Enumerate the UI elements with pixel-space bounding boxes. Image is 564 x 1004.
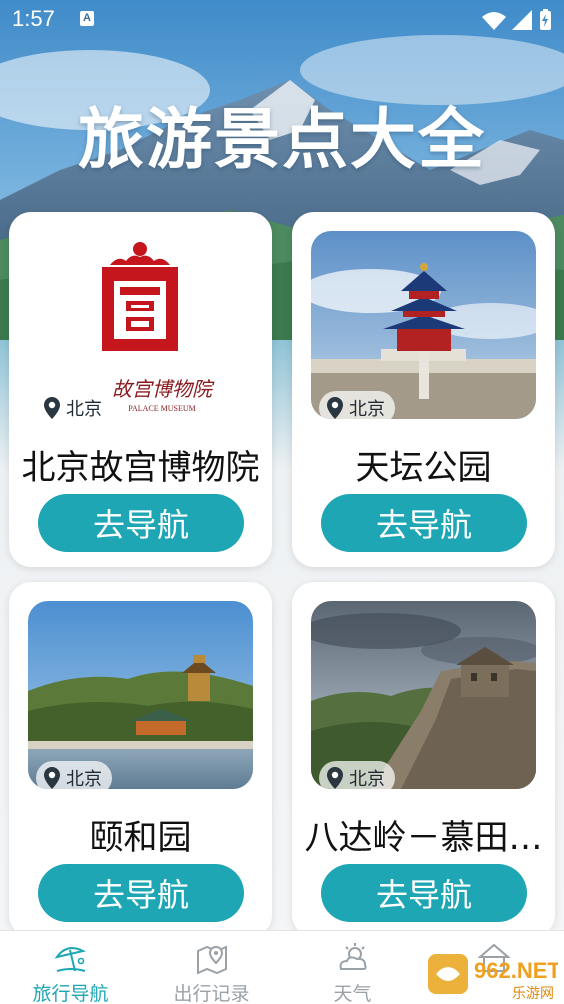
attraction-title: 北京故宫博物院: [21, 448, 260, 488]
wifi-icon: [482, 12, 506, 30]
location-pin-icon: [44, 397, 60, 419]
location-pin-icon: [327, 397, 343, 419]
tab-travel-records[interactable]: 出行记录: [141, 931, 282, 1004]
site-watermark: 962.NET 乐游网: [428, 954, 558, 1002]
attraction-title: 天坛公园: [355, 448, 492, 488]
map-pin-icon: [196, 945, 227, 975]
attraction-card[interactable]: 北京 八达岭－慕田… 去导航: [292, 582, 555, 937]
location-pin-icon: [44, 767, 60, 789]
logo-text-cn: 故宫博物院: [112, 377, 215, 401]
tab-travel-navigation[interactable]: 旅行导航: [0, 931, 141, 1004]
attraction-card[interactable]: 北京 天坛公园 去导航: [292, 212, 555, 567]
page-title: 旅游景点大全: [78, 101, 486, 178]
watermark-text: 962.NET: [474, 958, 558, 983]
beach-umbrella-icon: [54, 947, 86, 972]
location-label: 北京: [349, 399, 385, 419]
signal-icon: [512, 10, 532, 30]
palace-museum-logo: 故宫博物院 PALACE MUSEUM 北京: [28, 231, 253, 419]
attraction-card[interactable]: 故宫博物院 PALACE MUSEUM 北京 北京故宫博物院 去导航: [9, 212, 272, 567]
great-wall-photo: 北京: [311, 601, 536, 789]
location-label: 北京: [66, 399, 102, 419]
attraction-title: 八达岭－慕田…: [304, 818, 543, 858]
weather-icon: [339, 943, 367, 970]
tab-label: 出行记录: [173, 983, 250, 1004]
location-label: 北京: [66, 769, 102, 789]
attraction-title: 颐和园: [89, 818, 192, 858]
location-label: 北京: [349, 769, 385, 789]
navigate-button[interactable]: 去导航: [321, 494, 527, 552]
tab-weather[interactable]: 天气: [282, 931, 423, 1004]
location-badge: 北京: [36, 761, 112, 789]
watermark-subtext: 乐游网: [512, 986, 554, 1002]
location-pin-icon: [327, 767, 343, 789]
attraction-card[interactable]: 北京 颐和园 去导航: [9, 582, 272, 937]
tab-label: 旅行导航: [32, 983, 109, 1004]
battery-icon: [540, 9, 551, 30]
navigate-button[interactable]: 去导航: [321, 864, 527, 922]
status-icons: [482, 9, 551, 30]
notification-icon: A: [80, 11, 94, 26]
temple-of-heaven-photo: 北京: [311, 231, 536, 419]
navigate-button[interactable]: 去导航: [38, 494, 244, 552]
location-badge: 北京: [36, 391, 112, 419]
status-time: 1:57: [12, 6, 55, 31]
tab-label: 天气: [333, 983, 372, 1004]
logo-text-en: PALACE MUSEUM: [128, 404, 196, 413]
summer-palace-photo: 北京: [28, 601, 253, 789]
navigate-button[interactable]: 去导航: [38, 864, 244, 922]
location-badge: 北京: [319, 391, 395, 419]
status-bar: 1:57 A: [0, 0, 564, 38]
location-badge: 北京: [319, 761, 395, 789]
